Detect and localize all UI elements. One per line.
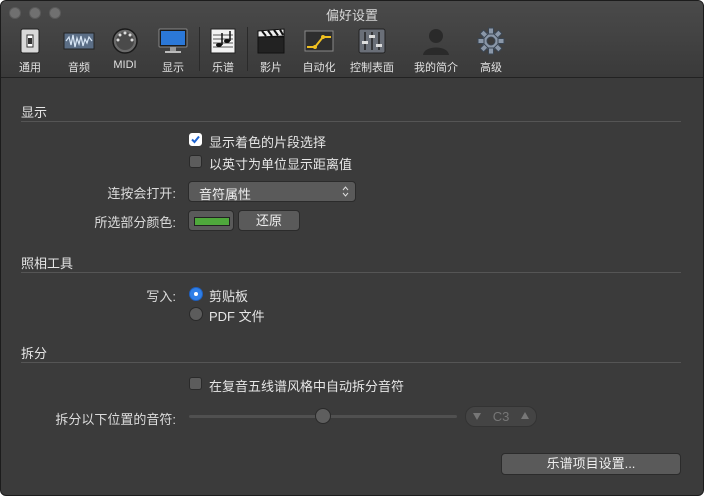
show-colored-selection-label: 显示着色的片段选择 [209, 135, 327, 150]
toolbar-label-control-surface: 控制表面 [350, 62, 394, 74]
toolbar-label-audio: 音频 [68, 62, 90, 74]
toolbar-label-my-profile: 我的简介 [414, 62, 458, 74]
popup-arrows-icon [342, 186, 349, 197]
selection-color-label: 所选部分颜色: [94, 215, 176, 230]
write-to-clipboard-label: 剪贴板 [209, 289, 249, 304]
double-click-opens-label: 连按会打开: [107, 186, 176, 201]
toolbar-item-automation[interactable]: 自动化 [299, 27, 339, 74]
section-title-display: 显示 [21, 105, 48, 120]
audio-waveform-icon [63, 32, 95, 50]
show-inch-distance-label: 以英寸为单位显示距离值 [209, 157, 353, 172]
score-project-settings-button[interactable]: 乐谱项目设置... [501, 453, 681, 475]
double-click-opens-popup[interactable]: 音符属性 [188, 181, 356, 202]
write-to-label: 写入: [146, 289, 176, 304]
automation-icon [304, 30, 334, 52]
write-to-clipboard-radio[interactable] [189, 287, 203, 301]
show-colored-selection-checkbox[interactable] [189, 133, 202, 146]
toolbar-item-display[interactable]: 显示 [153, 27, 193, 74]
toolbar-item-movie[interactable]: 影片 [251, 27, 291, 74]
toolbar-label-automation: 自动化 [302, 62, 336, 74]
split-point-slider-knob[interactable] [315, 408, 331, 424]
toolbar-item-score[interactable]: 乐谱 [203, 27, 243, 74]
window-title: 偏好设置 [325, 8, 378, 23]
section-title-camera: 照相工具 [21, 256, 74, 271]
toolbar-label-advanced: 高级 [480, 62, 502, 74]
write-to-pdf-radio[interactable] [189, 307, 203, 321]
split-point-stepper[interactable]: C3 [465, 406, 537, 427]
toolbar-item-advanced[interactable]: 高级 [471, 27, 511, 74]
split-below-label: 拆分以下位置的音符: [55, 412, 176, 427]
toolbar-item-audio[interactable]: 音频 [59, 27, 99, 74]
checkmark-icon [191, 135, 200, 144]
section-divider [21, 121, 681, 122]
toolbar-label-midi: MIDI [113, 59, 137, 71]
control-surface-icon [358, 28, 386, 54]
section-title-split: 拆分 [21, 346, 48, 361]
display-monitor-icon [158, 28, 188, 53]
show-inch-distance-checkbox[interactable] [189, 155, 202, 168]
toolbar-item-my-profile[interactable]: 我的简介 [411, 27, 461, 74]
color-swatch [194, 217, 230, 226]
toolbar-item-control-surface[interactable]: 控制表面 [347, 27, 397, 74]
toolbar-label-movie: 影片 [260, 62, 282, 74]
my-profile-icon [423, 29, 449, 55]
title-bar: 偏好设置 通用 音频 MIDI 显示 乐谱 影片 自动化 控制表面 我的简介 高… [1, 1, 703, 78]
reset-color-button[interactable]: 还原 [238, 210, 300, 231]
selection-color-well[interactable] [188, 210, 234, 231]
general-switch-icon [20, 28, 40, 54]
toolbar-label-score: 乐谱 [212, 62, 234, 74]
advanced-gear-icon [477, 27, 505, 55]
toolbar-label-display: 显示 [162, 62, 184, 74]
toolbar-item-general[interactable]: 通用 [11, 27, 49, 74]
double-click-opens-value: 音符属性 [199, 187, 252, 202]
toolbar-label-general: 通用 [19, 62, 41, 74]
auto-split-label: 在复音五线谱风格中自动拆分音符 [209, 379, 405, 394]
preferences-window: 偏好设置 通用 音频 MIDI 显示 乐谱 影片 自动化 控制表面 我的简介 高… [0, 0, 704, 496]
section-divider [21, 272, 681, 273]
toolbar-item-midi[interactable]: MIDI [105, 27, 145, 73]
music-score-icon [210, 28, 236, 54]
toolbar-separator [247, 27, 248, 71]
increment-arrow-icon[interactable] [521, 412, 529, 419]
write-to-pdf-label: PDF 文件 [209, 309, 265, 324]
toolbar-separator [199, 27, 200, 71]
section-divider [21, 362, 681, 363]
auto-split-checkbox[interactable] [189, 377, 202, 390]
film-clapper-icon [257, 28, 285, 54]
midi-connector-icon [112, 28, 138, 54]
